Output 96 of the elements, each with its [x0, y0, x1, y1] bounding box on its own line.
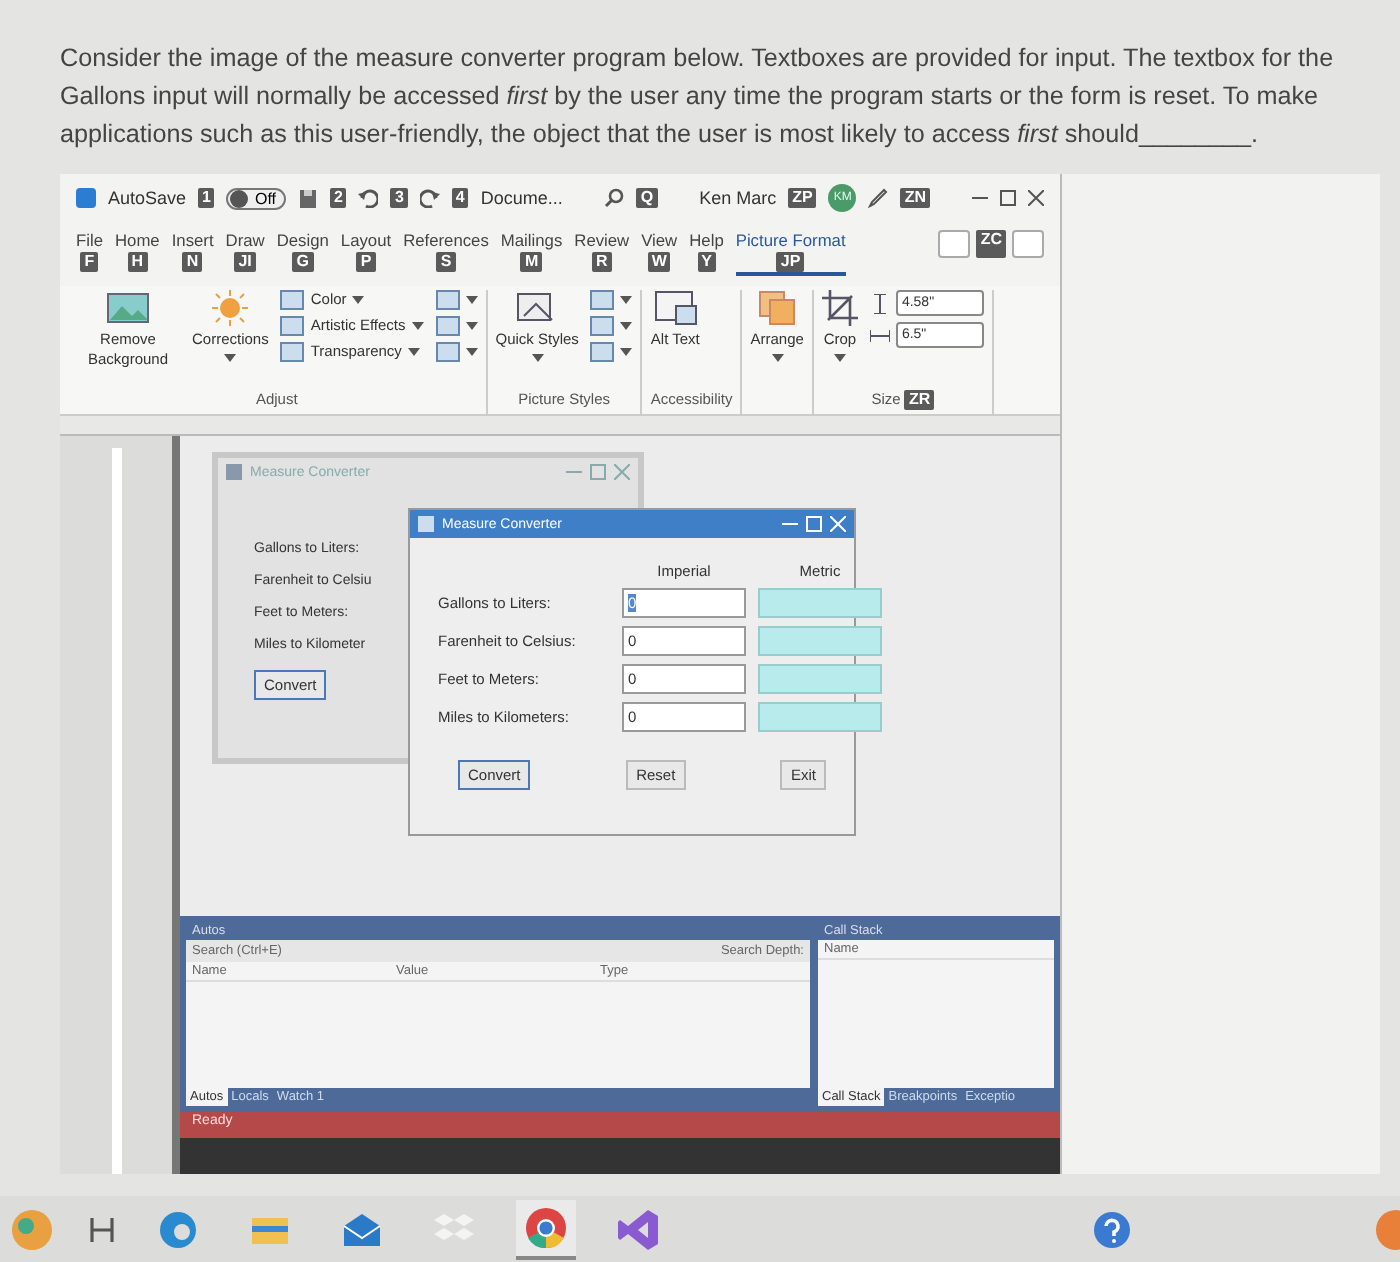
ribbon-tab[interactable]: Design G	[276, 230, 329, 272]
keytip: JP	[776, 252, 805, 272]
question-text: Consider the image of the measure converter program below. Textboxes are provided for input. The textbox for the Gallons input will normally be accessed first by the user any time the program starts or the form is reset. To make applications such as this user-friendly, the object that the user is most likely to access first should________.	[60, 42, 1336, 152]
editing-button[interactable]	[1012, 230, 1044, 258]
keytip: 3	[390, 188, 408, 208]
image-tool-icon[interactable]	[590, 290, 615, 310]
keytip: P	[356, 252, 376, 272]
caret-icon	[620, 296, 633, 304]
word-logo-icon	[76, 188, 96, 208]
keytip: G	[292, 252, 313, 272]
keytip: 2	[330, 188, 347, 208]
image-tool-icon[interactable]	[435, 342, 460, 362]
keytip: F	[80, 252, 99, 272]
output-field	[758, 626, 882, 656]
caret-icon	[620, 322, 633, 330]
ribbon-tab[interactable]: Picture Format JP	[735, 230, 846, 276]
comments-button[interactable]	[938, 230, 971, 258]
ribbon-button[interactable]	[590, 342, 633, 362]
ribbon-tab[interactable]: Layout P	[340, 230, 392, 272]
autosave-label: AutoSave	[108, 188, 187, 208]
keytip: JI	[234, 252, 256, 272]
caret-icon	[531, 354, 544, 362]
task-view-icon[interactable]	[88, 1215, 116, 1243]
user-name: Ken Marc	[699, 188, 777, 208]
image-tool-icon[interactable]	[280, 290, 305, 310]
edge-icon	[156, 1207, 200, 1251]
keytip: ZC	[976, 230, 1006, 258]
keytip: Q	[636, 188, 658, 208]
form-icon	[418, 516, 434, 532]
taskbar-app[interactable]	[516, 1199, 576, 1259]
keytip: ZN	[900, 188, 931, 208]
keytip: ZP	[788, 188, 817, 208]
arrange-icon	[757, 290, 798, 326]
remove-background-icon	[106, 290, 150, 326]
keytip: Y	[697, 252, 716, 272]
caret-icon	[771, 354, 784, 362]
close-icon[interactable]	[1028, 190, 1044, 206]
image-tool-icon[interactable]	[280, 342, 305, 362]
height-icon	[869, 293, 890, 313]
visual-studio-icon	[616, 1207, 660, 1251]
autosave-toggle[interactable]: Off	[226, 187, 287, 209]
image-tool-icon[interactable]	[590, 342, 615, 362]
output-field	[758, 664, 882, 694]
image-tool-icon[interactable]	[280, 316, 305, 336]
ribbon-button[interactable]	[435, 342, 478, 362]
keytip: S	[436, 252, 456, 272]
sun-icon	[210, 290, 251, 326]
keytip: W	[647, 252, 671, 272]
undo-icon[interactable]	[358, 188, 379, 208]
maximize-icon[interactable]	[1000, 190, 1016, 206]
ribbon-tab[interactable]: Help Y	[689, 230, 724, 272]
caret-icon	[833, 354, 846, 362]
app-logo-icon[interactable]	[8, 1205, 56, 1253]
caret-icon	[411, 322, 424, 330]
notification-icon[interactable]	[1372, 1207, 1400, 1251]
image-tool-icon[interactable]	[435, 290, 460, 310]
ribbon-button[interactable]	[435, 290, 478, 310]
caret-icon	[224, 354, 237, 362]
keytip: M	[520, 252, 543, 272]
keytip: N	[182, 252, 203, 272]
ribbon-tab[interactable]: Draw JI	[225, 230, 265, 272]
caret-icon	[465, 322, 478, 330]
output-field	[758, 588, 882, 618]
keytip: 4	[451, 188, 469, 208]
ribbon-tab[interactable]: Mailings M	[500, 230, 563, 272]
caret-icon	[352, 296, 365, 304]
caret-icon	[407, 348, 420, 356]
caret-icon	[620, 348, 633, 356]
chrome-icon	[524, 1205, 568, 1249]
width-icon	[869, 325, 890, 345]
image-tool-icon[interactable]	[590, 316, 615, 336]
ribbon-tab[interactable]: Home H	[115, 230, 160, 272]
pen-icon[interactable]	[868, 188, 889, 208]
keytip: R	[591, 252, 612, 272]
keytip: ZR	[904, 390, 935, 410]
ribbon-tab[interactable]: Review R	[574, 230, 630, 272]
ribbon-tab[interactable]: View W	[641, 230, 678, 272]
search-icon[interactable]	[604, 188, 625, 208]
ribbon-tab[interactable]: File F	[76, 230, 103, 272]
ribbon-button[interactable]	[590, 316, 633, 336]
ribbon-button[interactable]	[590, 290, 633, 310]
caret-icon	[465, 296, 478, 304]
form-icon	[226, 464, 242, 480]
help-icon[interactable]	[1092, 1209, 1132, 1249]
ribbon-button[interactable]	[435, 316, 478, 336]
output-field	[758, 702, 882, 732]
image-tool-icon[interactable]	[435, 316, 460, 336]
caret-icon	[465, 348, 478, 356]
keytip: H	[127, 252, 148, 272]
redo-icon[interactable]	[419, 188, 440, 208]
crop-icon	[821, 290, 858, 326]
document-title: Docume...	[480, 188, 563, 208]
ribbon-tab[interactable]: References S	[403, 230, 489, 272]
ribbon-tab[interactable]: Insert N	[171, 230, 214, 272]
keytip: 1	[198, 188, 215, 208]
save-icon[interactable]	[298, 188, 319, 208]
